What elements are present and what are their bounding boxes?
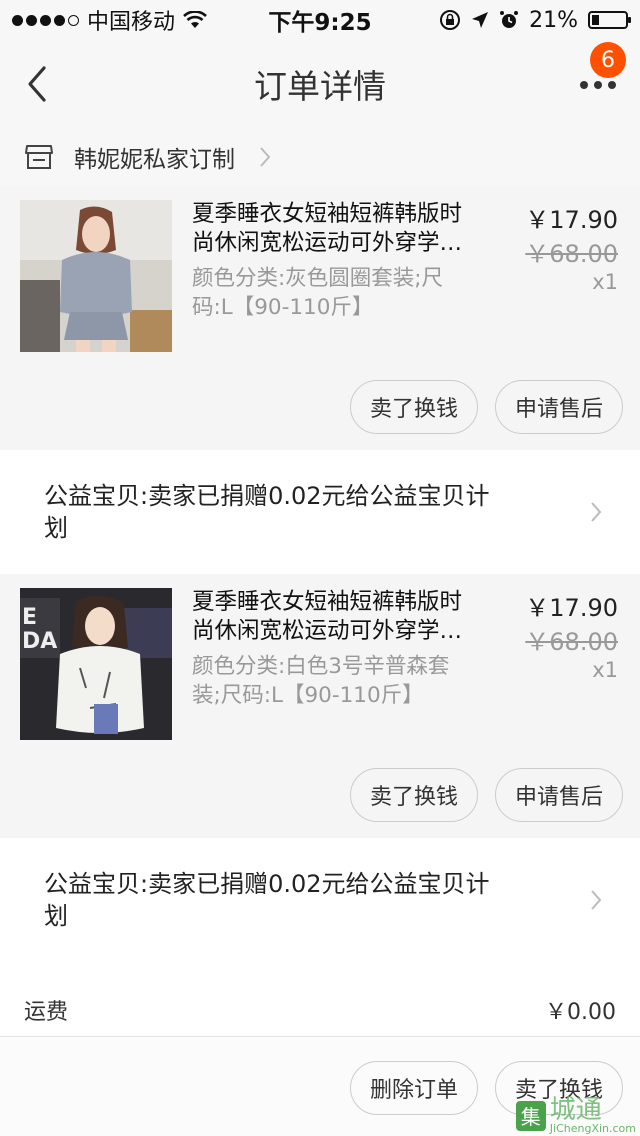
product-title-line: 夏季睡衣女短袖短裤韩版时 — [192, 589, 463, 615]
clock: 下午9:25 — [268, 10, 372, 36]
charity-text-line: 公益宝贝:卖家已捐赠0.02元给公益宝贝计 — [44, 870, 490, 898]
charity-row[interactable]: 公益宝贝:卖家已捐赠0.02元给公益宝贝计 划 — [0, 450, 640, 574]
product-title-line: 尚休闲宽松运动可外穿学… — [192, 618, 463, 644]
signal-icon — [12, 14, 79, 26]
status-bar-right: 21% — [388, 7, 631, 33]
wifi-icon — [183, 11, 207, 28]
svg-text:DA: DA — [22, 629, 57, 654]
product-price: ￥17.90 — [525, 206, 618, 234]
product-sku: 颜色分类:白色3号辛普森套 装;尺码:L【90-110斤】 — [192, 652, 492, 710]
after-sale-button[interactable]: 申请售后 — [495, 768, 623, 822]
order-summary: 运费 ￥0.00 — [0, 962, 640, 1042]
charity-text: 公益宝贝:卖家已捐赠0.02元给公益宝贝计 划 — [44, 480, 584, 544]
battery-icon — [588, 11, 631, 29]
navigation-bar: 订单详情 6 — [0, 40, 640, 128]
chevron-right-icon — [591, 502, 602, 522]
original-price: ￥68.00 — [525, 240, 618, 268]
product-sku: 颜色分类:灰色圆圈套装;尺 码:L【90-110斤】 — [192, 264, 492, 322]
original-price: ￥68.00 — [525, 628, 618, 656]
sku-line: 颜色分类:白色3号辛普森套 — [192, 654, 450, 679]
shop-row[interactable]: 韩妮妮私家订制 — [0, 128, 640, 186]
shop-name: 韩妮妮私家订制 — [74, 147, 235, 173]
shipping-row: 运费 ￥0.00 — [24, 994, 616, 1026]
alarm-icon — [500, 11, 519, 28]
store-icon — [25, 145, 53, 169]
sell-button[interactable]: 卖了换钱 — [350, 768, 478, 822]
carrier-label: 中国移动 — [87, 10, 176, 35]
product-title-line: 夏季睡衣女短袖短裤韩版时 — [192, 201, 463, 227]
product-title-line: 尚休闲宽松运动可外穿学… — [192, 230, 463, 256]
after-sale-button[interactable]: 申请售后 — [495, 380, 623, 434]
quantity: x1 — [592, 658, 618, 682]
product-title[interactable]: 夏季睡衣女短袖短裤韩版时 尚休闲宽松运动可外穿学… — [192, 588, 492, 646]
product-image[interactable] — [20, 200, 172, 352]
watermark-logo: 集 城通 JiChengXin.com — [515, 1097, 636, 1134]
product-price: ￥17.90 — [525, 594, 618, 622]
sell-button[interactable]: 卖了换钱 — [350, 380, 478, 434]
product-image[interactable]: E DA — [20, 588, 172, 740]
bottom-action-bar: 删除订单 卖了换钱 集 城通 JiChengXin.com — [0, 1036, 640, 1136]
sku-line: 颜色分类:灰色圆圈套装;尺 — [192, 266, 443, 291]
rotation-lock-icon — [440, 10, 461, 30]
sku-line: 码:L【90-110斤】 — [192, 295, 374, 320]
delete-order-button[interactable]: 删除订单 — [350, 1061, 478, 1115]
location-icon — [472, 12, 489, 28]
notification-badge: 6 — [590, 42, 626, 78]
status-bar: 中国移动 下午9:25 21% — [0, 0, 640, 40]
chevron-right-icon — [260, 147, 271, 167]
svg-text:E: E — [22, 605, 37, 630]
charity-text-line: 划 — [44, 514, 68, 542]
watermark-text: 城通 JiChengXin.com — [550, 1097, 636, 1134]
sku-line: 装;尺码:L【90-110斤】 — [192, 683, 424, 708]
order-item: E DA 夏季睡衣女短袖短裤韩版时 尚休闲宽松运动可外穿学… 颜色分类:白色3号… — [0, 574, 640, 838]
shipping-label: 运费 — [24, 1000, 69, 1025]
charity-text: 公益宝贝:卖家已捐赠0.02元给公益宝贝计 划 — [44, 868, 584, 932]
battery-percent: 21% — [529, 7, 578, 33]
charity-text-line: 公益宝贝:卖家已捐赠0.02元给公益宝贝计 — [44, 482, 490, 510]
order-item: 夏季睡衣女短袖短裤韩版时 尚休闲宽松运动可外穿学… 颜色分类:灰色圆圈套装;尺 … — [0, 186, 640, 450]
product-title[interactable]: 夏季睡衣女短袖短裤韩版时 尚休闲宽松运动可外穿学… — [192, 200, 492, 258]
charity-text-line: 划 — [44, 902, 68, 930]
charity-row[interactable]: 公益宝贝:卖家已捐赠0.02元给公益宝贝计 划 — [0, 838, 640, 962]
quantity: x1 — [592, 270, 618, 294]
watermark-cn: 城通 — [549, 1095, 602, 1125]
shipping-value: ￥0.00 — [545, 1000, 616, 1025]
watermark-icon: 集 — [515, 1100, 546, 1131]
back-arrow-icon[interactable] — [18, 62, 58, 106]
chevron-right-icon — [591, 890, 602, 910]
page-title: 订单详情 — [254, 67, 386, 106]
status-bar-left: 中国移动 — [12, 4, 252, 36]
